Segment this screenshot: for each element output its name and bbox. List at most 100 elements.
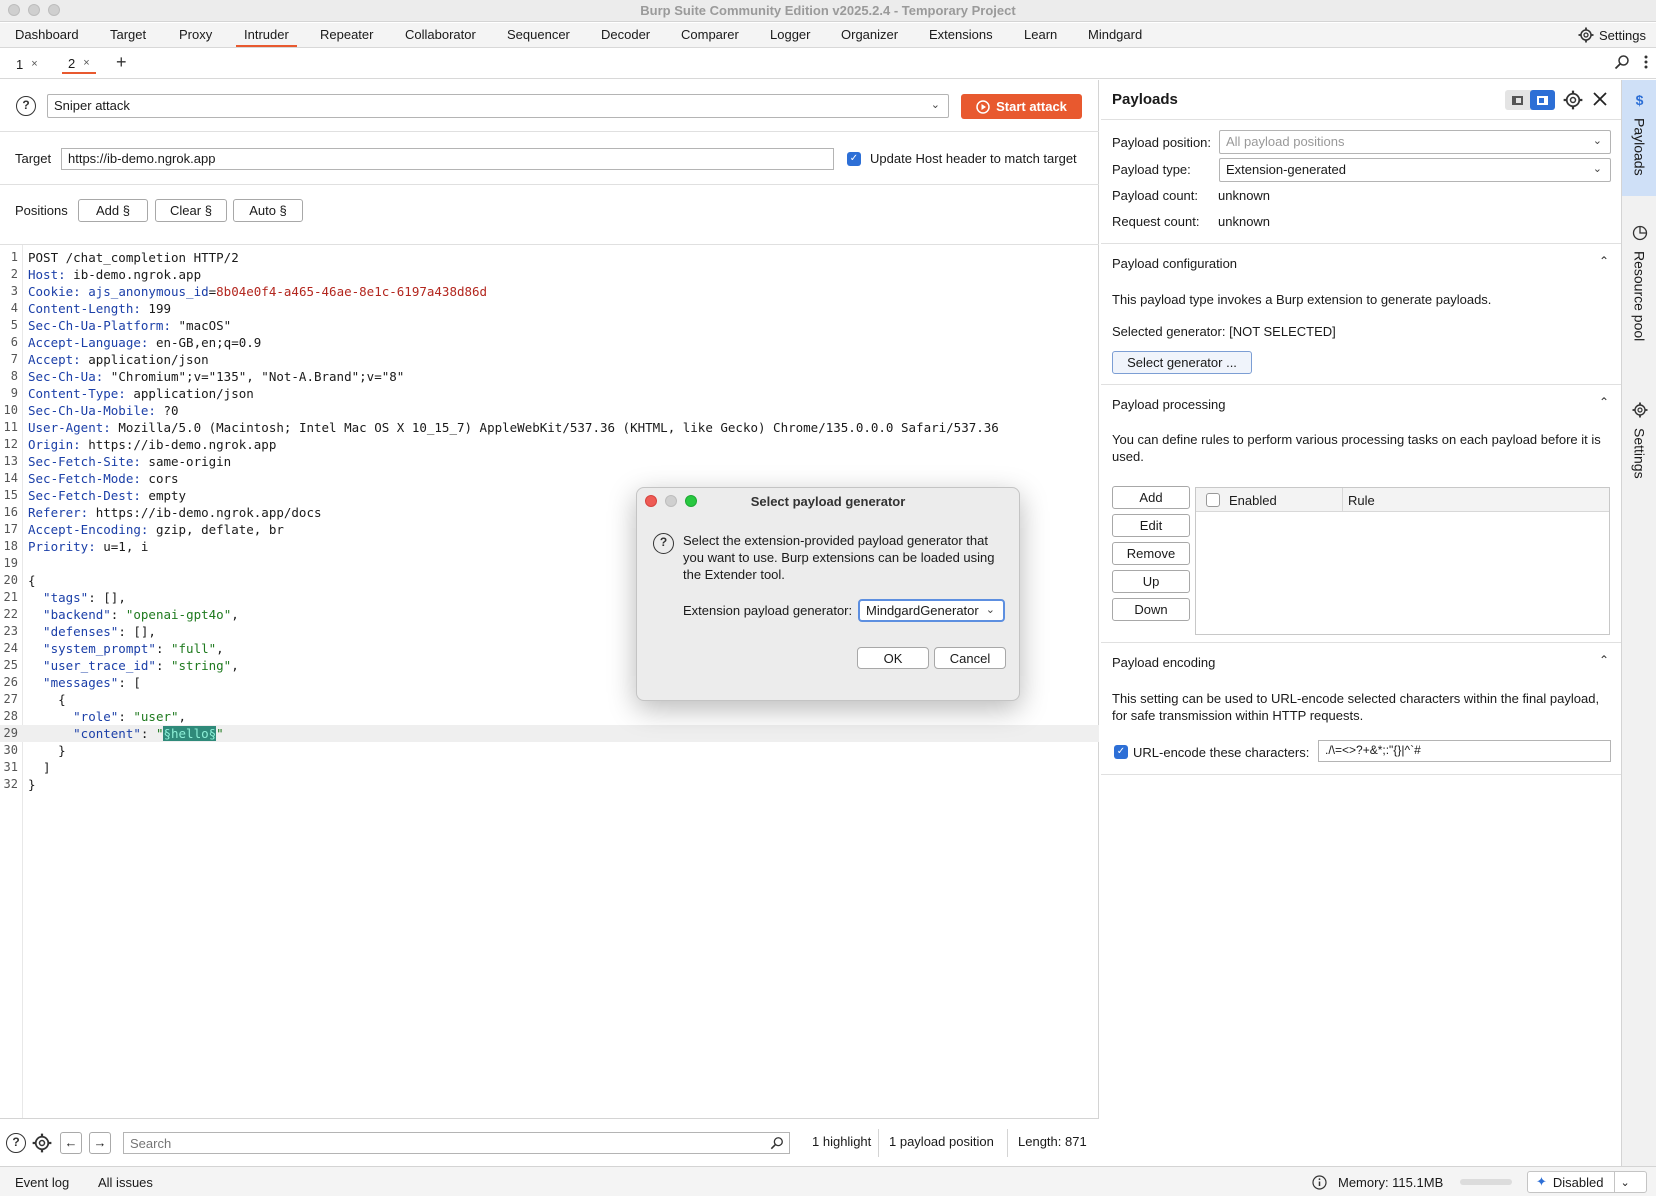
ok-button[interactable]: OK xyxy=(857,647,929,669)
layout-toggle[interactable] xyxy=(1505,90,1555,110)
line-content: Sec-Ch-Ua: "Chromium";v="135", "Not-A.Br… xyxy=(28,368,404,385)
tab-repeater[interactable]: Repeater xyxy=(320,27,373,42)
chevron-down-icon[interactable]: ⌄ xyxy=(1621,1176,1630,1189)
tab-logger[interactable]: Logger xyxy=(770,27,810,42)
processing-rules-table[interactable]: Enabled Rule xyxy=(1195,487,1610,635)
add-tab-button[interactable]: + xyxy=(116,52,127,73)
request-line[interactable]: 5 Sec-Ch-Ua-Platform: "macOS" xyxy=(0,317,1099,334)
update-host-checkbox[interactable]: ✓ xyxy=(847,152,861,166)
request-line[interactable]: 10 Sec-Ch-Ua-Mobile: ?0 xyxy=(0,402,1099,419)
tab-target[interactable]: Target xyxy=(110,27,146,42)
tab-intruder[interactable]: Intruder xyxy=(236,27,297,47)
request-line[interactable]: 31 ] xyxy=(0,759,1099,776)
search-input[interactable] xyxy=(123,1132,790,1154)
request-line[interactable]: 1 POST /chat_completion HTTP/2 xyxy=(0,249,1099,266)
move-up-button[interactable]: Up xyxy=(1112,570,1190,593)
settings-button[interactable]: Settings xyxy=(1578,27,1646,43)
previous-match-button[interactable]: ← xyxy=(60,1132,82,1154)
add-rule-button[interactable]: Add xyxy=(1112,486,1190,509)
request-line[interactable]: 2 Host: ib-demo.ngrok.app xyxy=(0,266,1099,283)
payload-marker: §hello§ xyxy=(163,726,217,741)
tab-organizer[interactable]: Organizer xyxy=(841,27,898,42)
request-line[interactable]: 28 "role": "user", xyxy=(0,708,1099,725)
side-tab-payloads[interactable]: $ Payloads xyxy=(1622,80,1656,196)
start-attack-button[interactable]: Start attack xyxy=(961,94,1082,119)
clear-markers-button[interactable]: Clear § xyxy=(155,199,227,222)
line-content: "system_prompt": "full", xyxy=(28,640,224,657)
arrow-right-icon: → xyxy=(93,1135,107,1150)
url-encode-characters-field[interactable]: ./\=<>?+&*;:"{}|^`# xyxy=(1318,740,1611,762)
move-down-button[interactable]: Down xyxy=(1112,598,1190,621)
intruder-tab-1[interactable]: 1 × xyxy=(10,54,44,74)
request-line[interactable]: 11 User-Agent: Mozilla/5.0 (Macintosh; In… xyxy=(0,419,1099,436)
side-tab-resource-pool[interactable]: Resource pool xyxy=(1622,225,1656,365)
ai-status-button[interactable]: ✦ Disabled ⌄ xyxy=(1527,1171,1647,1193)
gear-icon[interactable] xyxy=(32,1133,52,1153)
start-attack-label: Start attack xyxy=(996,99,1067,114)
help-icon[interactable]: ? xyxy=(16,96,36,116)
code-token: "user" xyxy=(133,709,179,724)
cancel-button[interactable]: Cancel xyxy=(934,647,1006,669)
chevron-up-icon[interactable]: ⌃ xyxy=(1599,395,1609,409)
all-issues-button[interactable]: All issues xyxy=(98,1175,153,1190)
close-icon[interactable] xyxy=(1593,92,1607,106)
request-line[interactable]: 14 Sec-Fetch-Mode: cors xyxy=(0,470,1099,487)
url-encode-checkbox[interactable]: ✓ xyxy=(1114,745,1128,759)
request-line[interactable]: 8 Sec-Ch-Ua: "Chromium";v="135", "Not-A.B… xyxy=(0,368,1099,385)
tab-dashboard[interactable]: Dashboard xyxy=(15,27,79,42)
tab-proxy[interactable]: Proxy xyxy=(179,27,212,42)
generator-select[interactable]: MindgardGenerator ⌄ xyxy=(858,599,1005,622)
request-line[interactable]: 9 Content-Type: application/json xyxy=(0,385,1099,402)
attack-type-value: Sniper attack xyxy=(54,98,130,113)
code-token: "macOS" xyxy=(171,318,232,333)
code-token: "Chromium";v="135", "Not-A.Brand";v="8" xyxy=(103,369,405,384)
tab-mindgard[interactable]: Mindgard xyxy=(1088,27,1142,42)
chevron-up-icon[interactable]: ⌃ xyxy=(1599,254,1609,268)
request-line[interactable]: 3 Cookie: ajs_anonymous_id=8b04e0f4-a465-… xyxy=(0,283,1099,300)
request-line[interactable]: 4 Content-Length: 199 xyxy=(0,300,1099,317)
more-options-icon[interactable] xyxy=(1644,54,1648,70)
line-content: { xyxy=(28,572,36,589)
request-line[interactable]: 6 Accept-Language: en-GB,en;q=0.9 xyxy=(0,334,1099,351)
next-match-button[interactable]: → xyxy=(89,1132,111,1154)
attack-type-select[interactable]: Sniper attack ⌄ xyxy=(47,94,949,118)
code-token: Sec-Ch-Ua-Platform: xyxy=(28,318,171,333)
auto-markers-button[interactable]: Auto § xyxy=(233,199,303,222)
add-marker-button[interactable]: Add § xyxy=(78,199,148,222)
edit-rule-button[interactable]: Edit xyxy=(1112,514,1190,537)
line-number: 29 xyxy=(3,726,18,740)
payload-position-value: All payload positions xyxy=(1226,134,1345,149)
request-line[interactable]: 13 Sec-Fetch-Site: same-origin xyxy=(0,453,1099,470)
request-line[interactable]: 32} xyxy=(0,776,1099,793)
code-token: Cookie: xyxy=(28,284,81,299)
list-layout-icon[interactable] xyxy=(1505,90,1530,110)
payload-configuration-title: Payload configuration xyxy=(1112,256,1238,271)
tab-decoder[interactable]: Decoder xyxy=(601,27,650,42)
select-generator-button[interactable]: Select generator ... xyxy=(1112,351,1252,374)
split-layout-icon[interactable] xyxy=(1530,90,1555,110)
event-log-button[interactable]: Event log xyxy=(15,1175,69,1190)
select-all-checkbox[interactable] xyxy=(1206,493,1220,507)
chevron-up-icon[interactable]: ⌃ xyxy=(1599,653,1609,667)
target-url-field[interactable]: https://ib-demo.ngrok.app xyxy=(61,148,834,170)
payload-type-select[interactable]: Extension-generated ⌄ xyxy=(1219,158,1611,182)
code-token: ?0 xyxy=(155,403,179,418)
remove-rule-button[interactable]: Remove xyxy=(1112,542,1190,565)
gear-icon[interactable] xyxy=(1563,90,1583,110)
intruder-tab-2[interactable]: 2 × xyxy=(62,54,96,74)
side-tab-settings[interactable]: Settings xyxy=(1622,402,1656,502)
request-line[interactable]: 12 Origin: https://ib-demo.ngrok.app xyxy=(0,436,1099,453)
tab-collaborator[interactable]: Collaborator xyxy=(405,27,476,42)
request-line[interactable]: 29 "content": "§hello§" xyxy=(0,725,1099,742)
request-line[interactable]: 7 Accept: application/json xyxy=(0,351,1099,368)
search-icon[interactable] xyxy=(1614,54,1630,70)
request-line[interactable]: 30 } xyxy=(0,742,1099,759)
positions-label: Positions xyxy=(15,203,68,218)
tab-learn[interactable]: Learn xyxy=(1024,27,1057,42)
close-icon[interactable]: × xyxy=(31,58,37,70)
tab-comparer[interactable]: Comparer xyxy=(681,27,739,42)
tab-sequencer[interactable]: Sequencer xyxy=(507,27,570,42)
close-icon[interactable]: × xyxy=(83,57,89,69)
tab-extensions[interactable]: Extensions xyxy=(929,27,993,42)
help-icon[interactable]: ? xyxy=(6,1133,26,1153)
